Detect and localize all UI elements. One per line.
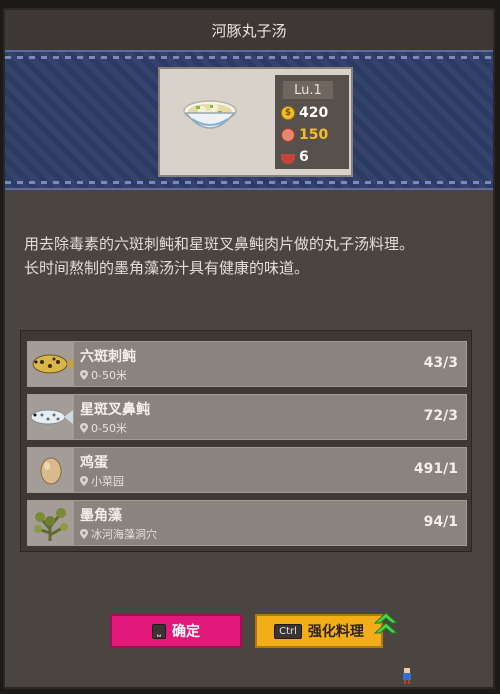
ingredient-name: 鸡蛋 xyxy=(80,455,108,471)
ingredient-name: 六斑刺鲀 xyxy=(80,349,136,365)
ingredient-location-text: 0-50米 xyxy=(91,369,127,382)
ingredient-location: 冰河海藻洞穴 xyxy=(80,526,157,542)
servings-stat: 6 xyxy=(281,149,309,165)
ingredient-count: 94/1 xyxy=(423,514,458,530)
ingredient-location: 0-50米 xyxy=(80,367,127,383)
price-stat: $ 420 xyxy=(281,105,328,121)
ingredient-location-text: 小菜园 xyxy=(91,475,124,488)
location-pin-icon xyxy=(80,529,88,539)
confirm-button[interactable]: ⎵ 确定 xyxy=(110,614,242,648)
description-line: 长时间熬制的墨角藻汤汁具有健康的味道。 xyxy=(24,259,310,277)
recipe-description: 用去除毒素的六斑刺鲀和星斑叉鼻鲀肉片做的丸子汤料理。 长时间熬制的墨角藻汤汁具有… xyxy=(24,232,474,280)
ctrl-key-hint: Ctrl xyxy=(274,623,302,639)
character-icon xyxy=(403,668,411,684)
price-value: 420 xyxy=(299,105,329,121)
header-band: Lu.1 $ 420 150 6 xyxy=(5,50,493,190)
servings-value: 6 xyxy=(299,149,309,165)
location-pin-icon xyxy=(80,370,88,380)
ingredient-row[interactable]: 墨角藻 冰河海藻洞穴 94/1 xyxy=(27,500,467,546)
coin-icon: $ xyxy=(281,106,295,120)
food-card: Lu.1 $ 420 150 6 xyxy=(158,67,353,177)
egg-icon xyxy=(28,448,74,492)
taste-value: 150 xyxy=(299,127,329,143)
confirm-label: 确定 xyxy=(172,624,200,640)
stats-panel: Lu.1 $ 420 150 6 xyxy=(275,75,349,169)
location-pin-icon xyxy=(80,423,88,433)
serving-bowl-icon xyxy=(281,154,295,164)
ingredient-row[interactable]: 鸡蛋 小菜园 491/1 xyxy=(27,447,467,493)
description-line: 用去除毒素的六斑刺鲀和星斑叉鼻鲀肉片做的丸子汤料理。 xyxy=(24,235,415,253)
ingredient-location-text: 冰河海藻洞穴 xyxy=(91,528,157,541)
ingredient-name: 墨角藻 xyxy=(80,508,122,524)
space-key-hint: ⎵ xyxy=(152,623,166,639)
ingredient-location-text: 0-50米 xyxy=(91,422,127,435)
double-up-arrow-icon xyxy=(373,612,399,634)
pufferfish-icon xyxy=(28,395,74,439)
recipe-title: 河豚丸子汤 xyxy=(5,10,493,50)
ingredient-row[interactable]: 星斑叉鼻鲀 0-50米 72/3 xyxy=(27,394,467,440)
location-pin-icon xyxy=(80,476,88,486)
porcupinefish-icon xyxy=(28,342,74,386)
food-bowl-icon xyxy=(183,100,237,129)
level-badge: Lu.1 xyxy=(283,81,333,99)
taste-face-icon xyxy=(281,128,295,142)
ingredient-list: 六斑刺鲀 0-50米 43/3 星斑叉鼻鲀 0-50米 72/3 鸡蛋 小菜园 … xyxy=(20,330,472,552)
ingredient-location: 0-50米 xyxy=(80,420,127,436)
upgrade-recipe-button[interactable]: Ctrl 强化料理 xyxy=(255,614,383,648)
ingredient-count: 491/1 xyxy=(413,461,458,477)
ingredient-row[interactable]: 六斑刺鲀 0-50米 43/3 xyxy=(27,341,467,387)
seaweed-icon xyxy=(28,501,74,545)
taste-stat: 150 xyxy=(281,127,328,143)
ingredient-count: 72/3 xyxy=(423,408,458,424)
ingredient-count: 43/3 xyxy=(423,355,458,371)
ingredient-location: 小菜园 xyxy=(80,473,124,489)
ingredient-name: 星斑叉鼻鲀 xyxy=(80,402,150,418)
upgrade-label: 强化料理 xyxy=(307,624,364,640)
